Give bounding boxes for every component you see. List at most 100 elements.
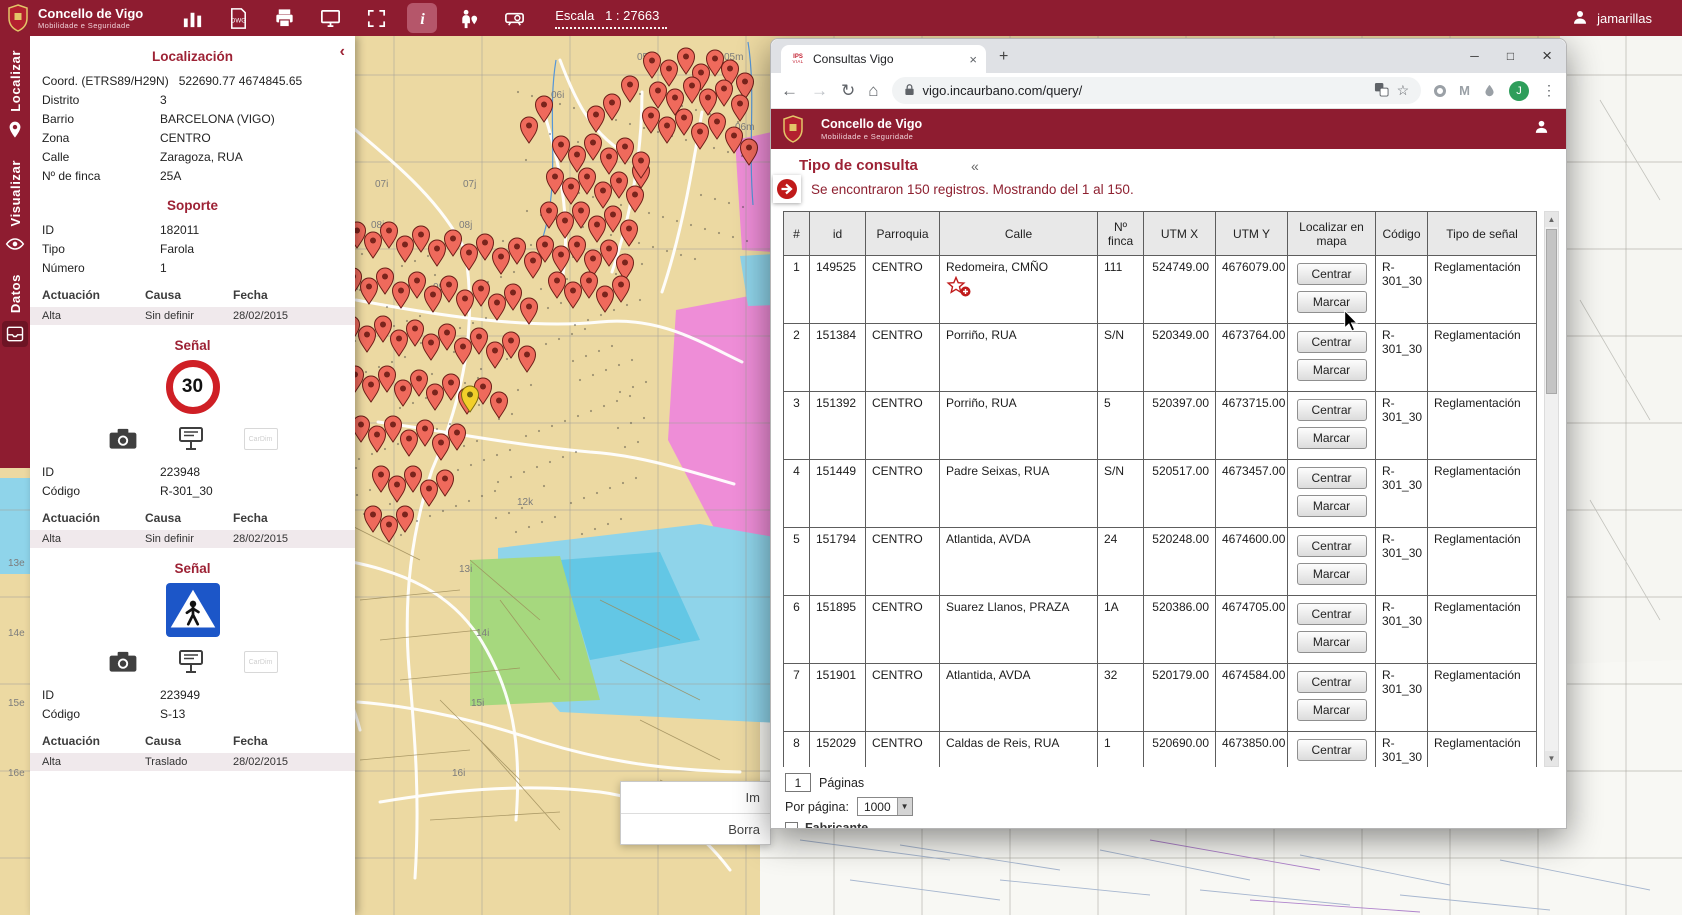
map-pin-dot xyxy=(446,282,452,288)
column-header: Código xyxy=(1376,212,1428,256)
fullscreen-icon[interactable] xyxy=(361,3,391,33)
scroll-up-icon[interactable]: ▲ xyxy=(1545,212,1558,227)
camera-icon[interactable] xyxy=(108,649,138,675)
map-pin-dot xyxy=(622,260,628,266)
collapse-query-button[interactable]: « xyxy=(971,158,979,174)
extension-icon[interactable] xyxy=(1434,85,1446,97)
centrar-button[interactable]: Centrar xyxy=(1297,535,1367,557)
sidebar-item-localizar[interactable]: Localizar xyxy=(5,50,25,140)
marcar-button[interactable]: Marcar xyxy=(1297,699,1367,721)
field-value: 3 xyxy=(160,93,167,107)
signboard-icon[interactable] xyxy=(176,649,206,675)
map-pin-dot xyxy=(594,222,600,228)
table-cell: 151895 xyxy=(810,596,866,664)
marcar-button[interactable]: Marcar xyxy=(1297,291,1367,313)
table-cell: 520248.00 xyxy=(1144,528,1216,596)
map-pin-dot xyxy=(638,158,644,164)
window-close-button[interactable]: × xyxy=(1542,46,1552,66)
centrar-button[interactable]: Centrar xyxy=(1297,467,1367,489)
panel-collapse-icon[interactable]: ‹ xyxy=(340,44,345,60)
camera-icon[interactable] xyxy=(108,426,138,452)
table-cell: Reglamentación xyxy=(1428,664,1537,732)
query-type-heading: Tipo de consulta xyxy=(799,157,918,174)
table-cell: 111 xyxy=(1098,256,1144,324)
address-bar[interactable]: vigo.incaurbano.com/query/ ☆ xyxy=(892,77,1422,104)
table-cell: 8 xyxy=(784,732,810,768)
centrar-button[interactable]: Centrar xyxy=(1297,331,1367,353)
new-tab-button[interactable]: + xyxy=(999,48,1008,66)
print-icon[interactable] xyxy=(269,3,299,33)
back-button[interactable]: ← xyxy=(781,82,798,99)
field-row: ID223949 xyxy=(30,685,355,704)
map-pin-dot xyxy=(648,113,654,119)
history-col: Fecha xyxy=(233,734,343,748)
sidebar-item-datos[interactable]: Datos xyxy=(2,274,28,347)
site-user-icon[interactable] xyxy=(1533,118,1550,140)
scrollbar-thumb[interactable] xyxy=(1546,229,1557,394)
signboard-icon[interactable] xyxy=(176,426,206,452)
tab-close-icon[interactable]: × xyxy=(969,52,977,67)
field-label: Nº de finca xyxy=(42,169,150,183)
centrar-button[interactable]: Centrar xyxy=(1297,399,1367,421)
history-header: ActuaciónCausaFecha xyxy=(30,731,355,751)
map-pin-dot xyxy=(626,226,632,232)
extension-m-icon[interactable]: M xyxy=(1459,83,1470,98)
field-row: Distrito3 xyxy=(30,90,355,109)
url-text: vigo.incaurbano.com/query/ xyxy=(923,83,1083,98)
username: jamarillas xyxy=(1597,11,1652,26)
marcar-button[interactable]: Marcar xyxy=(1297,359,1367,381)
browser-tab[interactable]: IPS VIAL Consultas Vigo × xyxy=(781,45,986,73)
extension-drop-icon[interactable] xyxy=(1483,84,1496,97)
centrar-button[interactable]: Centrar xyxy=(1297,263,1367,285)
dwg-icon[interactable]: DWG xyxy=(223,3,253,33)
marcar-button[interactable]: Marcar xyxy=(1297,563,1367,585)
map-pin-dot xyxy=(432,390,438,396)
per-page-select[interactable]: 1000 ▼ xyxy=(857,797,913,816)
map-pin-dot xyxy=(400,386,406,392)
browser-titlebar[interactable]: IPS VIAL Consultas Vigo × + ─ □ × xyxy=(771,39,1566,73)
sidebar-item-visualizar[interactable]: Visualizar xyxy=(5,160,25,254)
table-scrollbar[interactable]: ▲ ▼ xyxy=(1544,211,1559,767)
marcar-button[interactable]: Marcar xyxy=(1297,631,1367,653)
streetview-icon[interactable] xyxy=(453,3,483,33)
table-cell: 151392 xyxy=(810,392,866,460)
dialog-button[interactable]: Borra xyxy=(621,813,770,844)
map-pin-dot xyxy=(444,330,450,336)
chart-icon[interactable] xyxy=(177,3,207,33)
user-menu[interactable]: jamarillas xyxy=(1571,8,1652,29)
home-button[interactable]: ⌂ xyxy=(868,82,878,99)
history-cell: 28/02/2015 xyxy=(233,756,343,768)
window-maximize-button[interactable]: □ xyxy=(1507,49,1514,63)
fabricante-checkbox[interactable] xyxy=(785,822,798,830)
page-number-input[interactable]: 1 xyxy=(785,773,811,792)
map-pin-dot xyxy=(616,178,622,184)
reload-button[interactable]: ↻ xyxy=(841,82,855,99)
translate-icon[interactable] xyxy=(1374,82,1389,100)
map-pin-dot xyxy=(496,398,502,404)
table-row: 4151449CENTROPadre Seixas, RUAS/N520517.… xyxy=(784,460,1537,528)
map-pin-dot xyxy=(462,296,468,302)
centrar-button[interactable]: Centrar xyxy=(1297,603,1367,625)
dialog-button[interactable]: Im xyxy=(621,782,770,813)
projector-icon[interactable] xyxy=(499,3,529,33)
table-cell: 5 xyxy=(1098,392,1144,460)
scroll-down-icon[interactable]: ▼ xyxy=(1545,751,1558,766)
map-pin-dot xyxy=(402,242,408,248)
marcar-button[interactable]: Marcar xyxy=(1297,427,1367,449)
map-pin-dot xyxy=(467,392,473,398)
svg-text:16i: 16i xyxy=(452,768,465,779)
bookmark-icon[interactable]: ☆ xyxy=(1397,82,1410,99)
info-icon[interactable]: i xyxy=(407,3,437,33)
table-cell: 4674584.00 xyxy=(1216,664,1288,732)
centrar-button[interactable]: Centrar xyxy=(1297,739,1367,761)
map-pin-dot xyxy=(358,422,364,428)
centrar-button[interactable]: Centrar xyxy=(1297,671,1367,693)
field-value: R-301_30 xyxy=(160,484,213,498)
map-pin-dot xyxy=(558,252,564,258)
marcar-button[interactable]: Marcar xyxy=(1297,495,1367,517)
forward-button[interactable]: → xyxy=(811,82,828,99)
profile-avatar[interactable]: J xyxy=(1509,81,1529,101)
monitor-icon[interactable] xyxy=(315,3,345,33)
window-minimize-button[interactable]: ─ xyxy=(1470,49,1479,63)
browser-menu-icon[interactable]: ⋮ xyxy=(1542,82,1556,99)
